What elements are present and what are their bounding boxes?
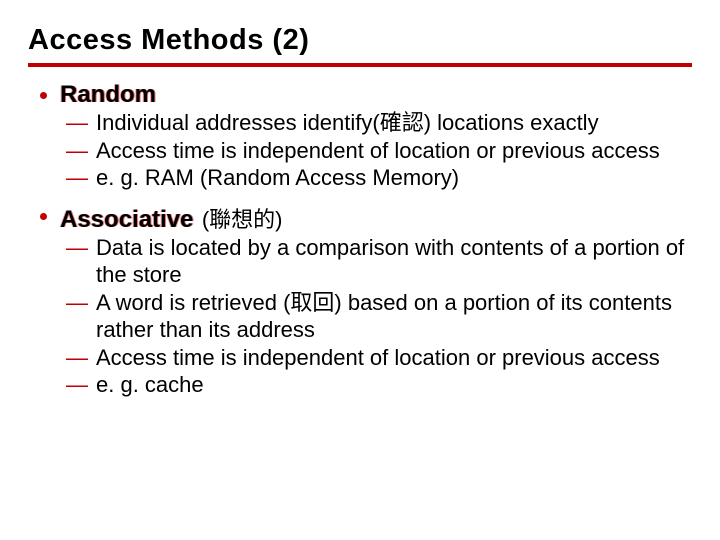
bullet-dot-icon — [40, 92, 47, 99]
bullet-random-items: —Individual addresses identify(確認) locat… — [28, 109, 692, 192]
title-underline — [28, 63, 692, 67]
list-item: —e. g. cache — [96, 371, 692, 399]
dash-icon: — — [66, 164, 96, 192]
bullet-heading: Random — [60, 81, 156, 108]
list-item: —Individual addresses identify(確認) locat… — [96, 109, 692, 137]
item-text: e. g. cache — [96, 372, 204, 397]
dash-icon: — — [66, 344, 96, 372]
item-text: Individual addresses identify(確認) locati… — [96, 110, 599, 135]
list-item: —A word is retrieved (取回) based on a por… — [96, 289, 692, 344]
item-text: Data is located by a comparison with con… — [96, 235, 684, 288]
dash-icon: — — [66, 234, 96, 262]
list-item: —Access time is independent of location … — [96, 137, 692, 165]
list-item: —Data is located by a comparison with co… — [96, 234, 692, 289]
bullet-random: Random — [28, 81, 692, 109]
item-text: Access time is independent of location o… — [96, 345, 660, 370]
item-text: A word is retrieved (取回) based on a port… — [96, 290, 672, 343]
bullet-heading: Associative — [60, 206, 193, 233]
item-text: e. g. RAM (Random Access Memory) — [96, 165, 459, 190]
dash-icon: — — [66, 137, 96, 165]
item-text: Access time is independent of location o… — [96, 138, 660, 163]
bullet-associative-items: —Data is located by a comparison with co… — [28, 234, 692, 399]
bullet-annotation: (聯想的) — [202, 207, 283, 232]
dash-icon: — — [66, 289, 96, 317]
bullet-dot-icon — [40, 213, 47, 220]
bullet-associative: Associative (聯想的) — [28, 202, 692, 234]
slide-title: Access Methods (2) — [28, 24, 692, 57]
dash-icon: — — [66, 371, 96, 399]
list-item: —e. g. RAM (Random Access Memory) — [96, 164, 692, 192]
list-item: —Access time is independent of location … — [96, 344, 692, 372]
slide: Access Methods (2) Random —Individual ad… — [0, 0, 720, 540]
dash-icon: — — [66, 109, 96, 137]
